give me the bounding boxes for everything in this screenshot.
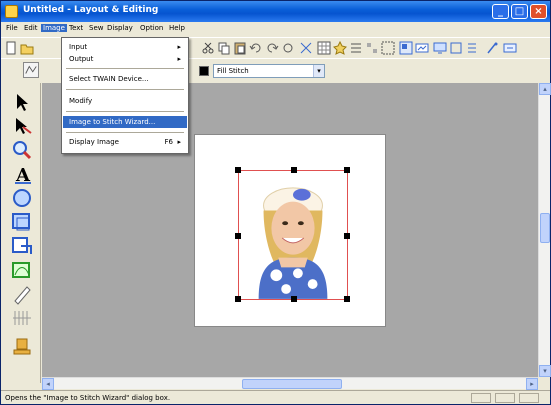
menu-option[interactable]: Option bbox=[138, 24, 165, 32]
sew-type-value: Fill Stitch bbox=[217, 67, 249, 75]
scroll-up-arrow[interactable]: ▴ bbox=[539, 83, 551, 95]
status-pane-2 bbox=[495, 393, 515, 403]
zoom-fit-icon[interactable] bbox=[449, 41, 463, 55]
menu-text[interactable]: Text bbox=[67, 24, 85, 32]
sew-type-select[interactable]: Fill Stitch ▾ bbox=[213, 64, 325, 78]
cut-icon[interactable] bbox=[201, 41, 215, 55]
resize-handle-s[interactable] bbox=[291, 296, 297, 302]
circle-shape-icon[interactable] bbox=[7, 187, 37, 209]
submenu-arrow-icon: ▸ bbox=[177, 55, 181, 63]
align-icon[interactable] bbox=[349, 41, 363, 55]
status-pane-1 bbox=[471, 393, 491, 403]
design-page[interactable] bbox=[194, 134, 386, 327]
sew-icon[interactable] bbox=[485, 41, 499, 55]
child-photo bbox=[258, 187, 328, 299]
undo-icon[interactable] bbox=[249, 41, 263, 55]
resize-handle-w[interactable] bbox=[235, 233, 241, 239]
open-folder-icon[interactable] bbox=[20, 41, 34, 55]
status-pane-3 bbox=[519, 393, 539, 403]
menu-separator bbox=[66, 89, 184, 90]
point-edit-icon[interactable] bbox=[7, 115, 37, 137]
menu-sew[interactable]: Sew bbox=[87, 24, 105, 32]
fill-color-swatch[interactable] bbox=[199, 66, 209, 76]
menu-edit[interactable]: Edit bbox=[22, 24, 40, 32]
zoom-icon[interactable] bbox=[7, 139, 37, 161]
application-window: Untitled - Layout & Editing _ □ × File E… bbox=[0, 0, 551, 405]
shortcut-label: F6 bbox=[164, 138, 173, 146]
text-tool-icon[interactable]: A bbox=[7, 163, 37, 186]
menu-separator bbox=[66, 68, 184, 69]
status-text: Opens the "Image to Stitch Wizard" dialo… bbox=[5, 394, 171, 402]
stitch-icon[interactable] bbox=[299, 41, 313, 55]
image-selection-frame[interactable] bbox=[235, 167, 350, 302]
select-arrow-icon[interactable] bbox=[7, 91, 37, 113]
redo-icon[interactable] bbox=[265, 41, 279, 55]
brush-icon[interactable] bbox=[7, 283, 37, 305]
menu-item-input[interactable]: Input ▸ bbox=[63, 41, 187, 53]
properties-icon[interactable] bbox=[465, 41, 479, 55]
resize-handle-e[interactable] bbox=[344, 233, 350, 239]
menu-item-display-image-label: Display Image bbox=[69, 138, 119, 146]
scroll-down-arrow[interactable]: ▾ bbox=[539, 365, 551, 377]
paste-icon[interactable] bbox=[233, 41, 247, 55]
menu-display[interactable]: Display bbox=[105, 24, 135, 32]
resize-handle-nw[interactable] bbox=[235, 167, 241, 173]
distribute-icon[interactable] bbox=[365, 41, 379, 55]
menu-item-modify[interactable]: Modify bbox=[63, 95, 187, 107]
group-icon[interactable] bbox=[381, 41, 395, 55]
menu-item-image-to-stitch-wizard[interactable]: Image to Stitch Wizard... bbox=[63, 116, 187, 128]
image-menu-dropdown: Input ▸ Output ▸ Select TWAIN Device... … bbox=[61, 37, 189, 154]
horizontal-scrollbar[interactable]: ◂ ▸ bbox=[42, 377, 538, 390]
menu-item-display-image[interactable]: Display Image F6 ▸ bbox=[63, 136, 187, 148]
refresh-icon[interactable] bbox=[281, 41, 295, 55]
scroll-right-arrow[interactable]: ▸ bbox=[526, 378, 538, 390]
menu-item-input-label: Input bbox=[69, 43, 88, 51]
menu-item-output-label: Output bbox=[69, 55, 94, 63]
close-button[interactable]: × bbox=[530, 4, 547, 19]
resize-handle-sw[interactable] bbox=[235, 296, 241, 302]
layout-icon[interactable] bbox=[399, 41, 413, 55]
monitor-icon[interactable] bbox=[433, 41, 447, 55]
preview-icon[interactable] bbox=[415, 41, 429, 55]
curve-draw-icon[interactable] bbox=[7, 259, 37, 281]
menu-image[interactable]: Image bbox=[41, 24, 67, 32]
maximize-button[interactable]: □ bbox=[511, 4, 528, 19]
scroll-left-arrow[interactable]: ◂ bbox=[42, 378, 54, 390]
line-sew-icon[interactable] bbox=[23, 62, 39, 78]
stamp-icon[interactable] bbox=[7, 335, 37, 357]
minimize-button[interactable]: _ bbox=[492, 4, 509, 19]
menu-separator bbox=[66, 111, 184, 112]
title-bar[interactable]: Untitled - Layout & Editing _ □ × bbox=[1, 1, 550, 22]
window-title: Untitled - Layout & Editing bbox=[23, 5, 159, 15]
vertical-scroll-thumb[interactable] bbox=[540, 213, 550, 243]
menu-item-select-twain[interactable]: Select TWAIN Device... bbox=[63, 73, 187, 85]
transfer-icon[interactable] bbox=[503, 41, 517, 55]
status-bar: Opens the "Image to Stitch Wizard" dialo… bbox=[1, 390, 550, 404]
menu-help[interactable]: Help bbox=[167, 24, 187, 32]
submenu-arrow-icon: ▸ bbox=[177, 43, 181, 51]
stitch-pattern-icon[interactable] bbox=[7, 307, 37, 329]
menu-separator bbox=[66, 132, 184, 133]
star-icon[interactable] bbox=[333, 40, 347, 55]
new-file-icon[interactable] bbox=[4, 41, 18, 55]
outline-shape-icon[interactable] bbox=[7, 235, 37, 257]
resize-handle-ne[interactable] bbox=[344, 167, 350, 173]
resize-handle-n[interactable] bbox=[291, 167, 297, 173]
chevron-down-icon[interactable]: ▾ bbox=[313, 65, 324, 77]
menu-bar: File Edit Image Text Sew Display Option … bbox=[1, 22, 550, 37]
menu-item-output[interactable]: Output ▸ bbox=[63, 53, 187, 65]
resize-handle-se[interactable] bbox=[344, 296, 350, 302]
menu-file[interactable]: File bbox=[4, 24, 20, 32]
vertical-scrollbar[interactable]: ▴ ▾ bbox=[538, 83, 551, 377]
horizontal-scroll-thumb[interactable] bbox=[242, 379, 342, 389]
app-icon bbox=[5, 5, 18, 18]
tool-palette: A bbox=[3, 83, 41, 383]
copy-icon[interactable] bbox=[217, 41, 231, 55]
grid-icon[interactable] bbox=[317, 41, 331, 55]
rectangle-shape-icon[interactable] bbox=[7, 211, 37, 233]
submenu-arrow-icon: ▸ bbox=[177, 138, 181, 146]
